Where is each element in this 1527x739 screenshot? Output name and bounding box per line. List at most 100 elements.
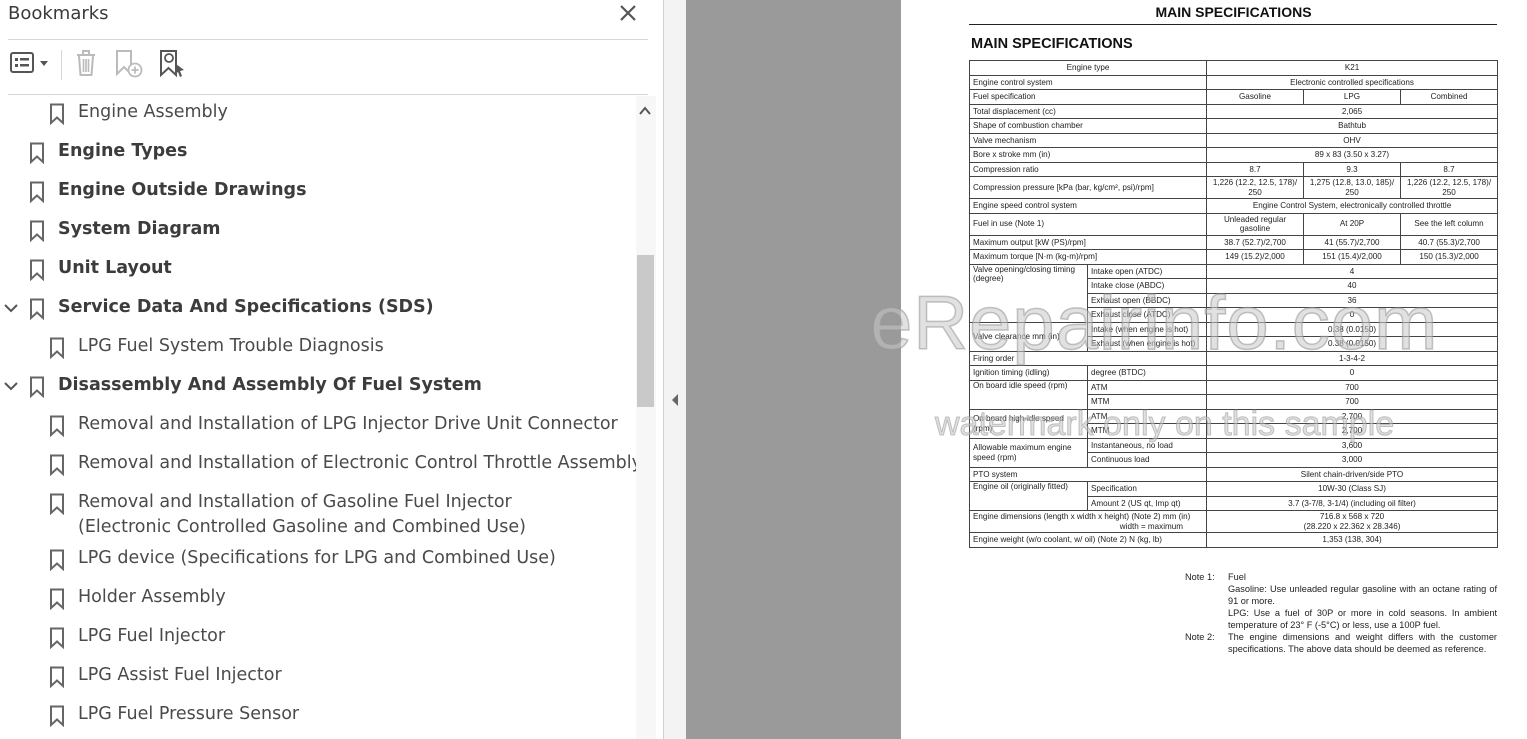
- add-bookmark-icon: [112, 48, 144, 83]
- bookmark-icon: [49, 454, 65, 477]
- bookmark-icon: [29, 220, 45, 243]
- bookmark-icon: [49, 415, 65, 438]
- table-cell: Bathtub: [1205, 118, 1499, 134]
- bookmark-label: Service Data And Specifications (SDS): [58, 297, 434, 317]
- page-header: MAIN SPECIFICATIONS: [1155, 4, 1312, 20]
- table-row: Engine weight (w/o coolant, w/ oil) (Not…: [969, 532, 1499, 548]
- table-cell: 41 (55.7)/2,700: [1303, 234, 1401, 250]
- table-row: Engine type K21: [969, 60, 1499, 76]
- bookmark-label: Removal and Installation of Electronic C…: [78, 453, 636, 473]
- table-cell: 1,275 (12.8, 13.0, 185)/ 250: [1303, 176, 1401, 199]
- table-cell: Electronic controlled specifications: [1205, 74, 1499, 90]
- bookmark-label: Engine Assembly: [78, 102, 228, 122]
- chevron-down-icon[interactable]: [2, 377, 20, 395]
- options-menu-button[interactable]: [6, 49, 52, 81]
- table-cell: At 20P: [1303, 212, 1401, 236]
- watermark: eRepairinfo.com: [869, 280, 1439, 367]
- table-cell: LPG: [1303, 89, 1401, 105]
- table-row: Valve mechanism OHV: [969, 132, 1499, 148]
- table-cell: 4: [1205, 263, 1499, 279]
- panel-splitter[interactable]: [663, 0, 686, 739]
- table-cell: 150 (15.3)/2,000: [1399, 249, 1499, 265]
- table-cell: Engine Control System, electronically co…: [1205, 198, 1499, 214]
- table-cell: Engine control system: [969, 74, 1207, 90]
- note-text: The engine dimensions and weight differs…: [1228, 632, 1497, 654]
- table-cell: Compression ratio: [969, 161, 1207, 177]
- close-icon[interactable]: [617, 2, 639, 24]
- note-text: LPG: Use a fuel of 30P or more in cold s…: [1228, 608, 1497, 630]
- table-cell: 0: [1205, 365, 1499, 381]
- table-cell: 2,065: [1205, 103, 1499, 119]
- table-cell: 716.8 x 568 x 720 (28.220 x 22.362 x 28.…: [1205, 510, 1499, 533]
- list-options-icon: [7, 50, 51, 81]
- table-cell: Unleaded regular gasoline: [1206, 212, 1304, 236]
- table-cell: Valve mechanism: [969, 132, 1207, 148]
- table-cell: Maximum output [kW (PS)/rpm]: [969, 234, 1207, 250]
- table-row: Fuel in use (Note 1) Unleaded regular ga…: [969, 212, 1499, 236]
- table-row: Shape of combustion chamber Bathtub: [969, 118, 1499, 134]
- table-cell: Engine dimensions (length x width x heig…: [969, 510, 1207, 533]
- table-cell: 149 (15.2)/2,000: [1206, 249, 1304, 265]
- table-cell: Continuous load: [1087, 452, 1207, 468]
- trash-icon: [73, 48, 99, 83]
- bookmark-label: Engine Types: [58, 141, 188, 161]
- table-cell: OHV: [1205, 132, 1499, 148]
- bookmark-icon: [49, 103, 65, 126]
- table-cell: Specification: [1087, 481, 1207, 497]
- table-cell: Fuel specification: [969, 89, 1207, 105]
- collapse-panel-icon[interactable]: [669, 392, 681, 408]
- table-cell: Intake open (ATDC): [1087, 263, 1207, 279]
- table-cell: 10W-30 (Class SJ): [1205, 481, 1499, 497]
- table-row: Maximum torque [N·m (kg-m)/rpm] 149 (15.…: [969, 249, 1499, 265]
- table-row: Engine control system Electronic control…: [969, 74, 1499, 90]
- bookmark-label: LPG Fuel System Trouble Diagnosis: [78, 336, 384, 356]
- notes-block: Note 1: Fuel Gasoline: Use unleaded regu…: [1185, 571, 1497, 655]
- note-text: Gasoline: Use unleaded regular gasoline …: [1228, 584, 1497, 606]
- table-cell: Bore x stroke mm (in): [969, 147, 1207, 163]
- table-row: Engine dimensions (length x width x heig…: [969, 510, 1499, 533]
- bookmark-label: Removal and Installation of Gasoline Fue…: [78, 492, 526, 537]
- bookmark-label: Disassembly And Assembly Of Fuel System: [58, 375, 482, 395]
- note-tag: Note 1:: [1185, 572, 1215, 582]
- table-cell: Silent chain-driven/side PTO: [1205, 466, 1499, 482]
- table-cell: Engine type: [969, 60, 1207, 76]
- bookmark-label: LPG Fuel Injector: [78, 626, 226, 646]
- panel-title: Bookmarks: [8, 3, 109, 24]
- table-cell: Total displacement (cc): [969, 103, 1207, 119]
- divider: [8, 94, 648, 95]
- table-cell: Shape of combustion chamber: [969, 118, 1207, 134]
- bookmark-icon: [29, 376, 45, 399]
- bookmarks-panel: Bookmarks Engine Assembly Engine Types E…: [0, 0, 663, 739]
- table-cell: 9.3: [1303, 161, 1401, 177]
- table-row: On board idle speed (rpm) ATM 700: [969, 379, 1499, 410]
- chevron-down-icon[interactable]: [2, 299, 20, 317]
- scrollbar-thumb[interactable]: [637, 255, 654, 407]
- table-row: Engine speed control system Engine Contr…: [969, 198, 1499, 214]
- bookmarks-scrollbar[interactable]: [636, 96, 656, 739]
- new-bookmark-button[interactable]: [111, 49, 145, 81]
- cell-line: Engine dimensions (length x width x heig…: [973, 512, 1191, 521]
- scroll-up-icon[interactable]: [637, 102, 653, 120]
- find-bookmark-icon: [156, 48, 188, 83]
- bookmark-label: LPG Fuel Pressure Sensor: [78, 704, 300, 724]
- cell-line: 716.8 x 568 x 720: [1319, 512, 1385, 521]
- table-cell: Engine speed control system: [969, 198, 1207, 214]
- table-row: Bore x stroke mm (in) 89 x 83 (3.50 x 3.…: [969, 147, 1499, 163]
- table-cell: Combined: [1399, 89, 1499, 105]
- table-cell: 700: [1205, 379, 1499, 395]
- divider: [969, 24, 1497, 25]
- bookmark-label: LPG Assist Fuel Injector: [78, 665, 282, 685]
- table-cell: 8.7: [1399, 161, 1499, 177]
- viewer-background: [686, 0, 901, 739]
- bookmark-icon: [29, 142, 45, 165]
- divider: [8, 39, 648, 40]
- table-cell: K21: [1205, 60, 1499, 76]
- bookmark-icon: [49, 493, 65, 516]
- bookmark-label: Removal and Installation of LPG Injector…: [78, 414, 618, 434]
- table-row: Total displacement (cc) 2,065: [969, 103, 1499, 119]
- delete-bookmark-button[interactable]: [72, 49, 100, 81]
- table-cell: Ignition timing (idling): [969, 365, 1088, 381]
- table-cell: Fuel in use (Note 1): [969, 212, 1207, 236]
- table-row: Engine oil (originally fitted) Specifica…: [969, 481, 1499, 511]
- find-bookmark-button[interactable]: [155, 49, 189, 81]
